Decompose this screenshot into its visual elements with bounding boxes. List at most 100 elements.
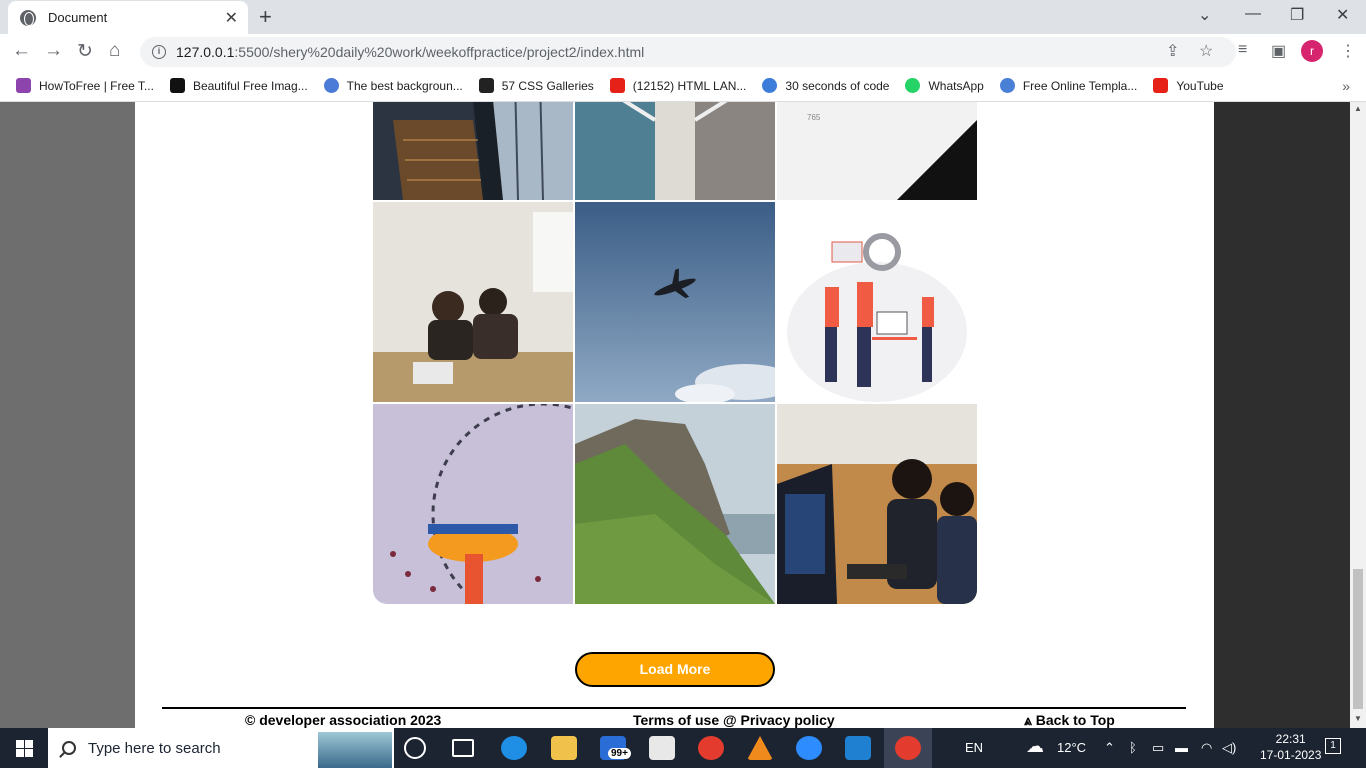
chevron-up-icon[interactable]: ⌃ (1104, 740, 1115, 756)
globe-icon (20, 9, 36, 26)
url-host: 127.0.0.1 (176, 44, 235, 60)
load-more-button[interactable]: Load More (575, 652, 775, 687)
footer-terms-link[interactable]: Terms of use @ Privacy policy (633, 712, 835, 728)
bookmark-item[interactable]: WhatsApp (905, 78, 984, 93)
gallery-image-stock-chart[interactable]: 77577076511:0013:00 (777, 102, 977, 200)
edge-icon[interactable] (501, 736, 527, 760)
weather-icon[interactable]: ☁ (1026, 736, 1044, 757)
language-indicator[interactable]: EN (965, 740, 983, 755)
gallery-image-building[interactable] (575, 102, 775, 200)
bookmarks-bar: HowToFree | Free T... Beautiful Free Ima… (0, 70, 1366, 102)
search-icon (62, 741, 76, 755)
page-viewport: 77577076511:0013:00 (0, 102, 1350, 728)
file-explorer-icon[interactable] (551, 736, 577, 760)
bluetooth-icon[interactable]: ᛒ (1129, 740, 1137, 755)
search-placeholder: Type here to search (88, 739, 221, 757)
volume-icon[interactable]: ◁) (1222, 740, 1236, 756)
bookmark-item[interactable]: The best backgroun... (323, 78, 463, 93)
footer-divider (162, 707, 1186, 709)
temperature[interactable]: 12°C (1057, 740, 1086, 755)
bookmark-item[interactable]: Beautiful Free Imag... (169, 78, 308, 93)
close-tab-icon[interactable]: ✕ (225, 8, 238, 28)
url-path: :5500/shery%20daily%20work/weekoffpracti… (234, 44, 645, 60)
bookmark-item[interactable]: HowToFree | Free T... (16, 78, 154, 93)
youtube-icon (609, 78, 625, 93)
cortana-icon[interactable] (404, 737, 426, 759)
star-icon[interactable]: ☆ (1199, 41, 1213, 61)
tab-title: Document (48, 10, 108, 25)
chrome-icon[interactable] (698, 736, 724, 760)
bookmark-favicon-icon (16, 78, 31, 93)
bookmark-item[interactable]: 57 CSS Galleries (478, 78, 594, 93)
restore-icon[interactable]: ❐ (1290, 5, 1304, 25)
store-icon[interactable] (649, 736, 675, 760)
back-to-top-link[interactable]: ⩓ Back to Top (1024, 712, 1115, 728)
scroll-up-icon[interactable]: ▲ (1354, 104, 1362, 113)
vscode-icon[interactable] (845, 736, 871, 760)
bookmark-item[interactable]: (12152) HTML LAN... (609, 78, 746, 93)
close-window-icon[interactable]: ✕ (1336, 5, 1349, 25)
scrollbar-thumb[interactable] (1353, 569, 1363, 709)
bookmark-item[interactable]: Free Online Templa... (999, 78, 1137, 93)
page-scrollbar[interactable]: ▲ ▼ (1350, 102, 1366, 728)
notification-icon[interactable]: 1 (1325, 738, 1341, 754)
wifi-icon[interactable]: ◠ (1201, 740, 1212, 756)
browser-titlebar: Document ✕ + ⌄ — ❐ ✕ (0, 0, 1366, 34)
windows-taskbar: Type here to search 99+ EN ☁ 12°C ⌃ ᛒ ▭ … (0, 728, 1366, 768)
avatar[interactable]: r (1301, 40, 1323, 62)
search-highlight-icon[interactable] (318, 732, 392, 768)
gallery-image-ferris-wheel[interactable] (373, 404, 573, 604)
vlc-icon[interactable] (747, 736, 773, 760)
clock-time: 22:31 (1275, 732, 1306, 746)
bookmark-item[interactable]: YouTube (1153, 78, 1224, 93)
reading-list-icon[interactable]: ≡ (1238, 41, 1247, 59)
menu-icon[interactable]: ⋮ (1340, 41, 1356, 61)
back-icon[interactable]: ← (12, 40, 31, 62)
bookmark-favicon-icon (169, 78, 185, 93)
whatsapp-icon (905, 78, 921, 93)
reload-icon[interactable]: ↻ (77, 40, 93, 63)
zoom-icon[interactable] (796, 736, 822, 760)
task-view-icon[interactable] (452, 739, 474, 757)
gallery-image-skyscrapers[interactable] (373, 102, 573, 200)
scroll-down-icon[interactable]: ▼ (1354, 714, 1362, 723)
chevron-down-icon[interactable]: ⌄ (1198, 5, 1211, 25)
footer-copyright: © developer association 2023 (245, 712, 442, 728)
gallery-image-team-illustration[interactable] (777, 202, 977, 402)
meet-icon[interactable]: ▭ (1152, 740, 1164, 756)
page-content: 77577076511:0013:00 (135, 102, 1214, 728)
bookmark-favicon-icon (478, 78, 494, 93)
bookmark-favicon-icon (999, 78, 1015, 93)
notification-count: 1 (1330, 740, 1336, 751)
gallery-image-office-coders[interactable] (777, 404, 977, 604)
image-gallery: 77577076511:0013:00 (373, 102, 977, 604)
site-info-icon[interactable]: i (152, 45, 166, 59)
browser-toolbar: ← → ↻ ⌂ i 127.0.0.1 :5500/shery%20daily%… (0, 34, 1366, 70)
side-panel-icon[interactable]: ▣ (1271, 41, 1286, 61)
chevron-right-icon[interactable]: » (1342, 78, 1350, 94)
address-bar[interactable]: i 127.0.0.1 :5500/shery%20daily%20work/w… (140, 37, 1236, 67)
mail-icon[interactable]: 99+ (600, 736, 631, 760)
gallery-image-people-working[interactable] (373, 202, 573, 402)
gallery-image-airplane[interactable] (575, 202, 775, 402)
home-icon[interactable]: ⌂ (109, 40, 120, 62)
youtube-icon (1153, 78, 1169, 93)
forward-icon[interactable]: → (44, 40, 63, 62)
chrome-icon (895, 736, 921, 760)
browser-tab[interactable]: Document ✕ (8, 1, 248, 34)
new-tab-icon[interactable]: + (259, 4, 272, 30)
bookmark-favicon-icon (762, 78, 778, 93)
active-chrome-window[interactable] (884, 728, 932, 768)
page-left-margin (0, 102, 135, 728)
svg-text:765: 765 (807, 113, 821, 122)
bookmark-item[interactable]: 30 seconds of code (762, 78, 889, 93)
minimize-icon[interactable]: — (1245, 5, 1261, 23)
windows-start-icon[interactable] (16, 740, 33, 757)
clock-date: 17-01-2023 (1260, 748, 1322, 762)
system-clock[interactable]: 22:31 17-01-2023 (1260, 731, 1321, 763)
share-icon[interactable]: ⇪ (1166, 41, 1179, 61)
gallery-image-cliff[interactable] (575, 404, 775, 604)
mail-badge: 99+ (608, 748, 631, 759)
bookmark-favicon-icon (323, 78, 339, 93)
battery-icon[interactable]: ▬ (1175, 740, 1188, 755)
